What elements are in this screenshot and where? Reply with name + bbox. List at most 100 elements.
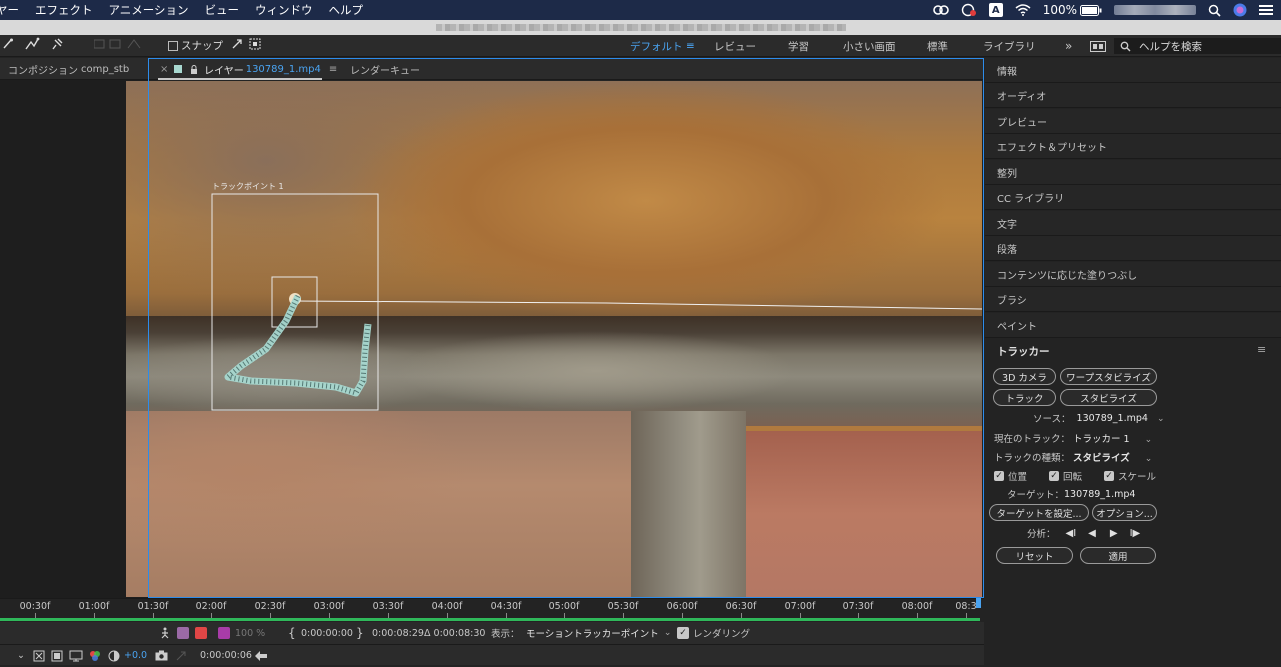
tab-layer[interactable]: レイヤー 130789_1.mp4 ≡ — [174, 58, 337, 80]
menu-effect[interactable]: エフェクト — [27, 2, 101, 18]
time-ruler[interactable]: 00:30f 01:00f 01:30f 02:00f 02:30f 03:00… — [0, 598, 984, 618]
panel-brushes[interactable]: ブラシ — [985, 287, 1281, 312]
render-checkbox[interactable]: ✓ レンダリング — [677, 622, 750, 644]
battery-icon — [1080, 4, 1102, 16]
snap-toggle[interactable]: スナップ — [168, 38, 223, 53]
track-button[interactable]: トラック — [993, 389, 1056, 406]
lock-icon[interactable] — [190, 64, 198, 74]
ruler-tick-label: 08:3 — [955, 601, 977, 612]
reset-button[interactable]: リセット — [996, 547, 1073, 564]
input-source-icon[interactable]: A — [988, 0, 1003, 20]
workspace-standard[interactable]: 標準 — [927, 35, 948, 57]
workspace-menu-icon[interactable]: ≡ — [686, 35, 695, 57]
menu-animation[interactable]: アニメーション — [101, 2, 197, 18]
view-dropdown[interactable]: モーショントラッカーポイント ⌄ — [526, 622, 671, 644]
workspace-small-screen[interactable]: 小さい画面 — [843, 35, 896, 57]
tab-composition[interactable]: コンポジション comp_stb — [8, 58, 129, 80]
3d-camera-button[interactable]: 3D カメラ — [993, 368, 1056, 385]
panel-cc-libraries[interactable]: CC ライブラリ — [985, 185, 1281, 210]
battery-status[interactable]: 100% — [1043, 0, 1102, 20]
region-of-interest-icon[interactable] — [33, 645, 45, 666]
puppet-pin-tool-icon[interactable] — [2, 38, 14, 54]
channels-icon[interactable] — [88, 645, 102, 666]
sync-settings-icon[interactable] — [1090, 35, 1106, 57]
current-track-dropdown[interactable]: トラッカー 1 ⌄ — [1073, 431, 1152, 445]
in-point-time[interactable]: 0:00:00:00 — [301, 622, 353, 644]
panel-audio[interactable]: オーディオ — [985, 83, 1281, 108]
source-dropdown[interactable]: 130789_1.mp4 ⌄ — [1077, 413, 1165, 424]
workspace-overflow-icon[interactable]: » — [1065, 35, 1072, 57]
target-label: ターゲット： — [1007, 490, 1065, 501]
tab-render-queue[interactable]: レンダーキュー — [350, 58, 420, 80]
workspace-learn[interactable]: 学習 — [788, 35, 809, 57]
puppet-advanced-tool-icon[interactable] — [24, 37, 40, 55]
transparency-grid-icon[interactable] — [51, 645, 63, 666]
tab-layer-prefix: レイヤー — [204, 65, 244, 77]
panel-paragraph[interactable]: 段落 — [985, 236, 1281, 261]
guides-icon[interactable] — [69, 645, 83, 666]
panel-paint[interactable]: ペイント — [985, 313, 1281, 338]
checkmark-icon: ✓ — [994, 471, 1004, 481]
layer-viewer[interactable]: トラックポイント 1 — [126, 81, 982, 597]
exposure-reset-icon[interactable] — [108, 645, 120, 666]
set-target-button[interactable]: ターゲットを設定... — [989, 504, 1089, 521]
chevron-down-icon[interactable]: ⌄ — [17, 645, 25, 666]
tab-layer-menu-icon[interactable]: ≡ — [329, 64, 337, 75]
stabilize-button[interactable]: スタビライズ — [1060, 389, 1157, 406]
snap-extend-icon[interactable] — [231, 38, 243, 54]
analyze-forward-one-frame-button[interactable]: I▶ — [1130, 528, 1141, 539]
rotation-checkbox[interactable]: ✓ 回転 — [1049, 469, 1082, 483]
creative-cloud-icon[interactable] — [932, 0, 949, 20]
search-icon[interactable] — [1208, 0, 1221, 20]
snapshot-icon[interactable] — [155, 645, 168, 666]
snap-grid-icon[interactable] — [249, 38, 261, 54]
panel-content-aware-fill[interactable]: コンテンツに応じた塗りつぶし — [985, 262, 1281, 287]
active-tab-indicator — [158, 78, 322, 80]
tracker-panel-menu-icon[interactable]: ≡ — [1257, 343, 1266, 356]
in-point-bracket-icon[interactable]: { — [288, 622, 296, 644]
control-center-icon[interactable] — [1259, 0, 1273, 20]
out-point-bracket-icon[interactable]: } — [356, 622, 364, 644]
opacity-value[interactable]: 100 % — [235, 622, 265, 644]
snap-checkbox[interactable] — [168, 40, 178, 51]
workspace-libraries[interactable]: ライブラリ — [983, 35, 1036, 57]
panel-preview[interactable]: プレビュー — [985, 109, 1281, 134]
motion-path-icon[interactable] — [195, 622, 207, 644]
analyze-forward-button[interactable]: ▶ — [1110, 528, 1118, 539]
panel-info[interactable]: 情報 — [985, 58, 1281, 83]
analyze-back-one-frame-button[interactable]: ◀I — [1066, 528, 1077, 539]
track-type-dropdown[interactable]: スタビライズ ⌄ — [1073, 450, 1152, 464]
workspace-default[interactable]: デフォルト — [630, 35, 683, 57]
menu-window[interactable]: ウィンドウ — [247, 2, 321, 18]
siri-icon[interactable] — [1233, 0, 1247, 20]
current-time-display[interactable]: 0:00:00:06 — [200, 645, 252, 666]
open-comp-icon[interactable] — [254, 645, 268, 666]
tab-close-icon[interactable]: × — [160, 58, 168, 80]
exposure-value[interactable]: +0.0 — [124, 645, 147, 666]
onion-skin-icon[interactable] — [177, 622, 189, 644]
panel-character[interactable]: 文字 — [985, 211, 1281, 236]
warp-stabilizer-button[interactable]: ワープスタビライズ — [1060, 368, 1157, 385]
pin-tool-icon[interactable] — [50, 37, 64, 55]
menu-view[interactable]: ビュー — [197, 2, 248, 18]
work-area-end-handle[interactable] — [976, 598, 981, 608]
apply-button[interactable]: 適用 — [1080, 547, 1156, 564]
scale-checkbox[interactable]: ✓ スケール — [1104, 469, 1156, 483]
help-search-input[interactable]: ヘルプを検索 — [1114, 38, 1281, 54]
analyze-backward-button[interactable]: ◀ — [1088, 528, 1096, 539]
track-options-row: ✓ 位置 ✓ 回転 ✓ スケール — [994, 468, 1156, 484]
panel-effects-presets[interactable]: エフェクト＆プリセット — [985, 134, 1281, 159]
menu-layer[interactable]: ヤー — [0, 2, 27, 18]
options-button[interactable]: オプション... — [1092, 504, 1157, 521]
wifi-icon[interactable] — [1015, 0, 1031, 20]
position-checkbox[interactable]: ✓ 位置 — [994, 469, 1027, 483]
motion-blur-icon[interactable] — [160, 622, 170, 644]
screen-record-icon[interactable] — [961, 0, 977, 20]
out-point-time[interactable]: 0:00:08:29 — [372, 622, 424, 644]
analyze-label: 分析： — [1027, 529, 1056, 540]
chevron-down-icon: ⌄ — [1156, 413, 1165, 424]
work-area-bar[interactable] — [0, 618, 980, 621]
workspace-review[interactable]: レビュー — [714, 35, 756, 57]
menu-help[interactable]: ヘルプ — [321, 2, 372, 18]
panel-align[interactable]: 整列 — [985, 160, 1281, 185]
